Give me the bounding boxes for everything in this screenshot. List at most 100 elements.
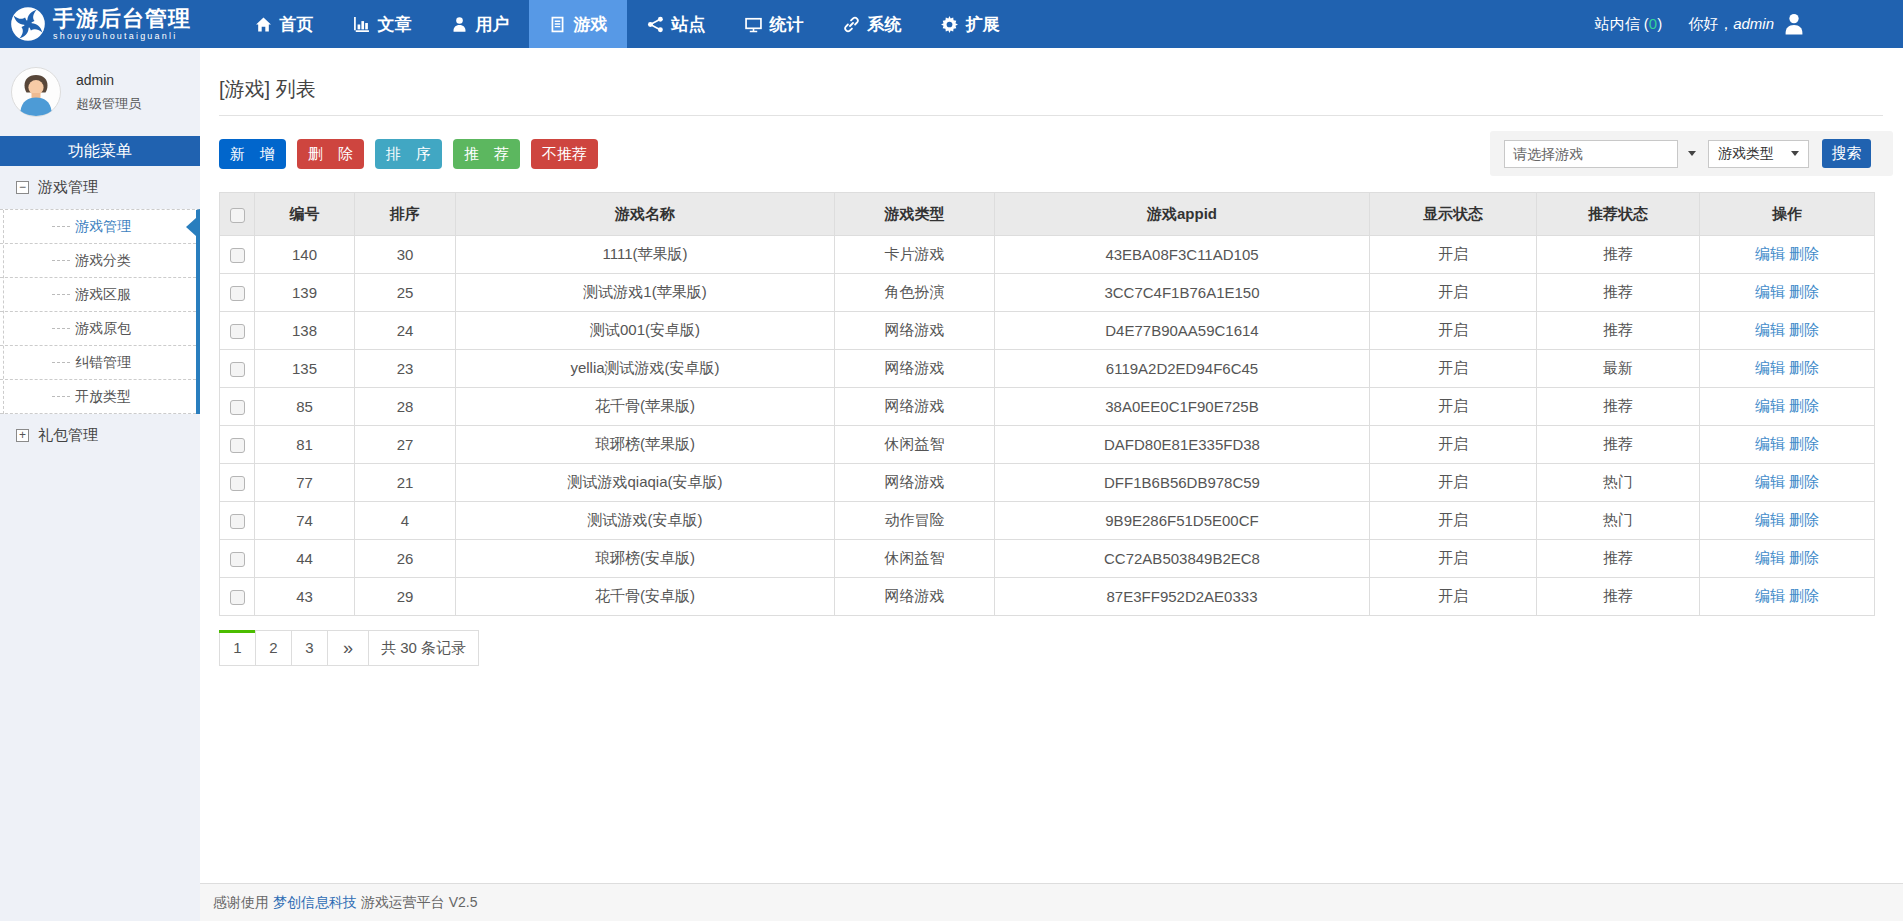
delete-link[interactable]: 删除 <box>1789 321 1819 338</box>
game-type-select[interactable]: 游戏类型 <box>1708 140 1809 168</box>
sidebar-item-游戏区服[interactable]: 游戏区服 <box>0 278 196 312</box>
delete-link[interactable]: 删除 <box>1789 435 1819 452</box>
title-divider <box>219 115 1883 116</box>
next-page-button[interactable]: » <box>327 630 369 666</box>
nav-item-站点[interactable]: 站点 <box>627 0 725 48</box>
edit-link[interactable]: 编辑 <box>1755 587 1785 604</box>
sidebar-item-开放类型[interactable]: 开放类型 <box>0 380 196 414</box>
page-button-3[interactable]: 3 <box>291 630 328 666</box>
sidebar-submenu: 游戏管理游戏分类游戏区服游戏原包纠错管理开放类型 <box>0 209 200 414</box>
delete-link[interactable]: 删除 <box>1789 245 1819 262</box>
table-row-81: 8127琅琊榜(苹果版)休闲益智DAFD80E81E335FD38开启推荐编辑 … <box>220 426 1875 464</box>
nav-item-游戏[interactable]: 游戏 <box>529 0 627 48</box>
table-row-138: 13824测试001(安卓版)网络游戏D4E77B90AA59C1614开启推荐… <box>220 312 1875 350</box>
edit-link[interactable]: 编辑 <box>1755 511 1785 528</box>
sidebar-group-礼包管理[interactable]: +礼包管理 <box>0 414 200 457</box>
add-button[interactable]: 新 增 <box>219 139 286 169</box>
sidebar-item-游戏管理-active[interactable]: 游戏管理 <box>0 210 196 244</box>
cell-order: 27 <box>355 426 456 464</box>
table-row-43: 4329花千骨(安卓版)网络游戏87E3FF952D2AE0333开启推荐编辑 … <box>220 578 1875 616</box>
search-button[interactable]: 搜索 <box>1822 139 1871 168</box>
edit-link[interactable]: 编辑 <box>1755 473 1785 490</box>
share-icon <box>647 16 664 33</box>
nav-item-系统[interactable]: 系统 <box>823 0 921 48</box>
delete-link[interactable]: 删除 <box>1789 359 1819 376</box>
sidebar-group-label: 游戏管理 <box>38 178 98 197</box>
nav-item-用户[interactable]: 用户 <box>431 0 529 48</box>
nav-item-统计[interactable]: 统计 <box>725 0 823 48</box>
row-checkbox[interactable] <box>230 552 245 567</box>
cell-recommend-status: 热门 <box>1537 502 1700 540</box>
edit-link[interactable]: 编辑 <box>1755 245 1785 262</box>
document-icon <box>549 16 566 33</box>
unrecommend-button[interactable]: 不推荐 <box>531 139 598 169</box>
cell-recommend-status: 推荐 <box>1537 540 1700 578</box>
footer-company-link[interactable]: 梦创信息科技 <box>273 894 357 910</box>
expand-icon[interactable]: + <box>16 429 29 442</box>
table-row-135: 13523yellia测试游戏(安卓版)网络游戏6119A2D2ED94F6C4… <box>220 350 1875 388</box>
row-checkbox[interactable] <box>230 324 245 339</box>
edit-link[interactable]: 编辑 <box>1755 359 1785 376</box>
row-checkbox[interactable] <box>230 514 245 529</box>
table-row-139: 13925测试游戏1(苹果版)角色扮演3CC7C4F1B76A1E150开启推荐… <box>220 274 1875 312</box>
user-greeting[interactable]: 你好，admin <box>1688 15 1774 34</box>
page-button-1-active[interactable]: 1 <box>219 630 256 666</box>
search-form: 请选择游戏 游戏类型 搜索 <box>1490 131 1893 176</box>
sidebar-item-纠错管理[interactable]: 纠错管理 <box>0 346 196 380</box>
cell-appid: DFF1B6B56DB978C59 <box>995 464 1370 502</box>
games-table: 编号排序游戏名称游戏类型游戏appid显示状态推荐状态操作 140301111(… <box>219 192 1875 616</box>
edit-link[interactable]: 编辑 <box>1755 435 1785 452</box>
row-checkbox[interactable] <box>230 248 245 263</box>
cell-id: 140 <box>255 236 355 274</box>
recommend-button[interactable]: 推 荐 <box>453 139 520 169</box>
select-all-checkbox[interactable] <box>230 208 245 223</box>
row-checkbox[interactable] <box>230 362 245 377</box>
nav-item-文章[interactable]: 文章 <box>333 0 431 48</box>
edit-link[interactable]: 编辑 <box>1755 549 1785 566</box>
row-checkbox[interactable] <box>230 400 245 415</box>
row-checkbox[interactable] <box>230 590 245 605</box>
cell-type: 动作冒险 <box>835 502 995 540</box>
delete-button[interactable]: 删 除 <box>297 139 364 169</box>
game-select-caret-icon[interactable] <box>1688 151 1696 156</box>
edit-link[interactable]: 编辑 <box>1755 321 1785 338</box>
delete-link[interactable]: 删除 <box>1789 587 1819 604</box>
app-subtitle: shouyouhoutaiguanli <box>53 31 191 41</box>
column-header-排序: 排序 <box>355 193 456 236</box>
cell-type: 网络游戏 <box>835 464 995 502</box>
edit-link[interactable]: 编辑 <box>1755 283 1785 300</box>
delete-link[interactable]: 删除 <box>1789 549 1819 566</box>
cell-id: 43 <box>255 578 355 616</box>
navbar: 手游后台管理 shouyouhoutaiguanli 首页文章用户游戏站点统计系… <box>0 0 1903 48</box>
row-checkbox[interactable] <box>230 438 245 453</box>
row-checkbox[interactable] <box>230 476 245 491</box>
sidebar-item-游戏原包[interactable]: 游戏原包 <box>0 312 196 346</box>
cell-order: 25 <box>355 274 456 312</box>
delete-link[interactable]: 删除 <box>1789 283 1819 300</box>
cell-order: 30 <box>355 236 456 274</box>
nav-item-首页[interactable]: 首页 <box>235 0 333 48</box>
pagination: 123»共 30 条记录 <box>219 630 1883 666</box>
collapse-icon[interactable]: − <box>16 181 29 194</box>
messages-link[interactable]: 站内信 (0) <box>1595 15 1663 34</box>
row-checkbox-cell <box>220 578 255 616</box>
sort-button[interactable]: 排 序 <box>375 139 442 169</box>
page-button-2[interactable]: 2 <box>255 630 292 666</box>
user-avatar-icon[interactable] <box>1782 12 1806 36</box>
game-select-input[interactable]: 请选择游戏 <box>1504 140 1678 168</box>
cell-id: 135 <box>255 350 355 388</box>
main-nav: 首页文章用户游戏站点统计系统扩展 <box>235 0 1019 48</box>
edit-link[interactable]: 编辑 <box>1755 397 1785 414</box>
delete-link[interactable]: 删除 <box>1789 511 1819 528</box>
nav-item-扩展[interactable]: 扩展 <box>921 0 1019 48</box>
sidebar-group-游戏管理[interactable]: −游戏管理 <box>0 166 200 209</box>
delete-link[interactable]: 删除 <box>1789 397 1819 414</box>
app-logo: 手游后台管理 shouyouhoutaiguanli <box>0 0 200 48</box>
row-checkbox[interactable] <box>230 286 245 301</box>
tree-dash-line <box>52 226 70 227</box>
delete-link[interactable]: 删除 <box>1789 473 1819 490</box>
select-all-header <box>220 193 255 236</box>
sidebar-item-游戏分类[interactable]: 游戏分类 <box>0 244 196 278</box>
sidebar: admin 超级管理员 功能菜单 −游戏管理游戏管理游戏分类游戏区服游戏原包纠错… <box>0 48 200 921</box>
tree-dash-line <box>52 260 70 261</box>
